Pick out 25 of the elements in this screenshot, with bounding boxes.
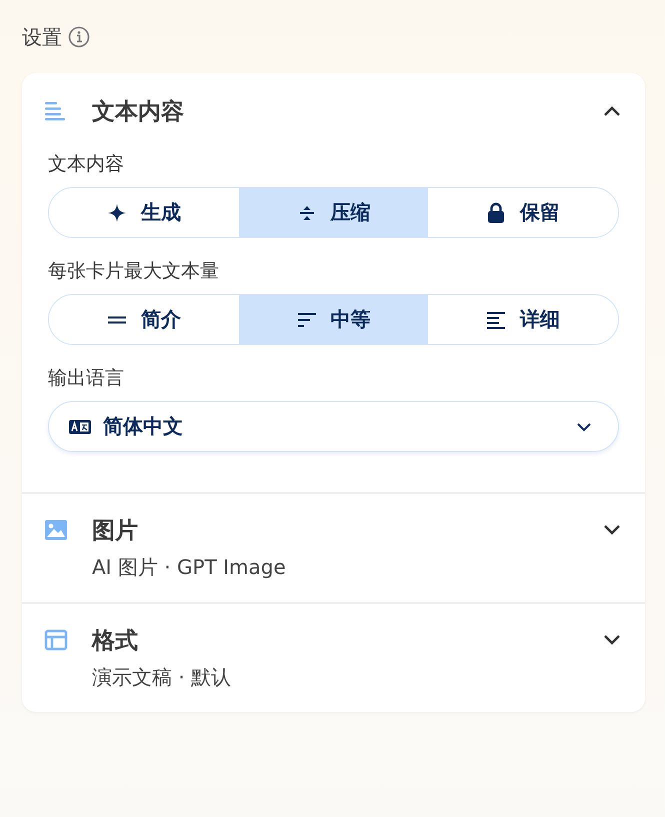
field-label: 文本内容 [48,152,125,177]
expand-chevron-icon[interactable] [603,634,621,646]
lock-icon [486,202,506,224]
detail-lines-icon [486,310,506,330]
section-title: 格式 [92,627,139,656]
dropdown-chevron-icon [576,422,592,432]
section-summary: AI 图片 · GPT Image [92,554,287,580]
segment-option[interactable]: 压缩 [238,188,428,237]
section-title: 文本内容 [92,98,185,127]
info-icon[interactable] [68,26,90,48]
section-summary: 演示文稿 · 默认 [92,664,232,690]
sparkle-icon [106,202,127,222]
translate-icon [69,420,91,434]
field-label: 每张卡片最大文本量 [48,259,220,284]
expand-chevron-icon[interactable] [603,524,621,536]
segment-option[interactable]: 中等 [238,295,428,344]
collapse-chevron-icon[interactable] [603,105,621,117]
language-dropdown[interactable]: 简体中文 [48,401,619,452]
section-title: 图片 [92,517,139,546]
dropdown-value: 简体中文 [103,413,184,440]
image-icon [44,519,68,541]
panel-title: 设置 [22,24,62,50]
layout-icon [44,629,68,651]
text-lines-icon [44,101,66,121]
field-label: 输出语言 [48,366,125,391]
